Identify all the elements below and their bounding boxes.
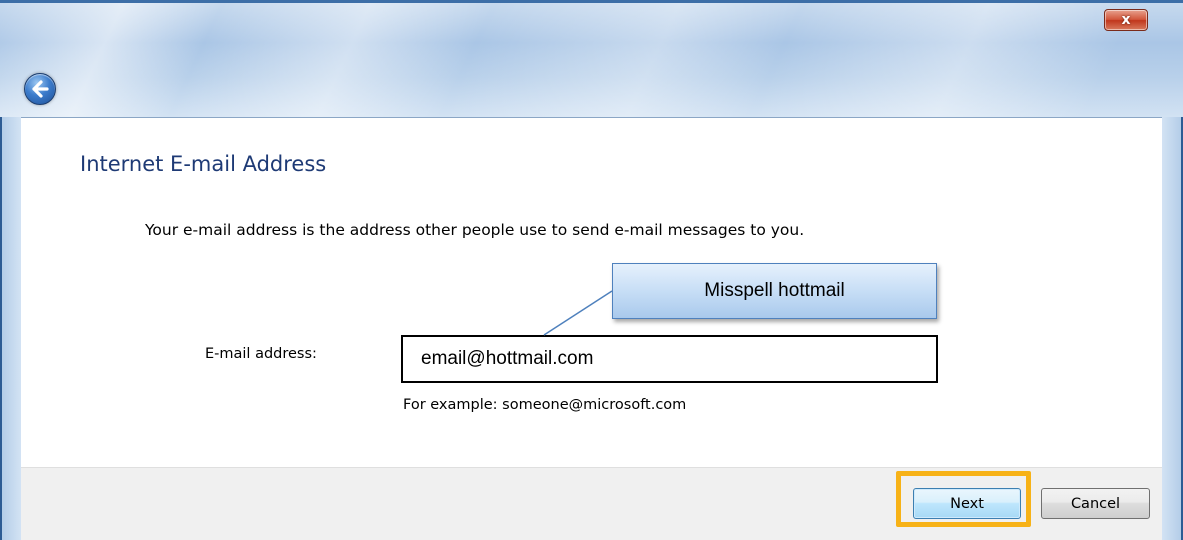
window-frame-right [1162, 117, 1183, 540]
title-bar: x [0, 0, 1183, 117]
window-frame-left [0, 117, 21, 540]
email-address-input[interactable] [401, 335, 938, 383]
email-setup-wizard-window: x Internet E-mail Address Your e-mail ad… [0, 0, 1183, 540]
email-address-label: E-mail address: [205, 346, 317, 362]
next-button-label: Next [950, 495, 984, 512]
page-description: Your e-mail address is the address other… [145, 221, 805, 239]
back-button[interactable] [24, 73, 56, 105]
callout-text: Misspell hottmail [704, 280, 845, 301]
cancel-button[interactable]: Cancel [1041, 488, 1150, 519]
email-example-hint: For example: someone@microsoft.com [403, 397, 687, 413]
annotation-callout: Misspell hottmail [612, 263, 937, 319]
cancel-button-label: Cancel [1070, 495, 1121, 512]
next-button[interactable]: Next [913, 488, 1021, 519]
back-arrow-icon [32, 80, 49, 98]
close-icon: x [1121, 12, 1131, 28]
close-button[interactable]: x [1104, 9, 1148, 31]
page-title: Internet E-mail Address [80, 152, 327, 176]
